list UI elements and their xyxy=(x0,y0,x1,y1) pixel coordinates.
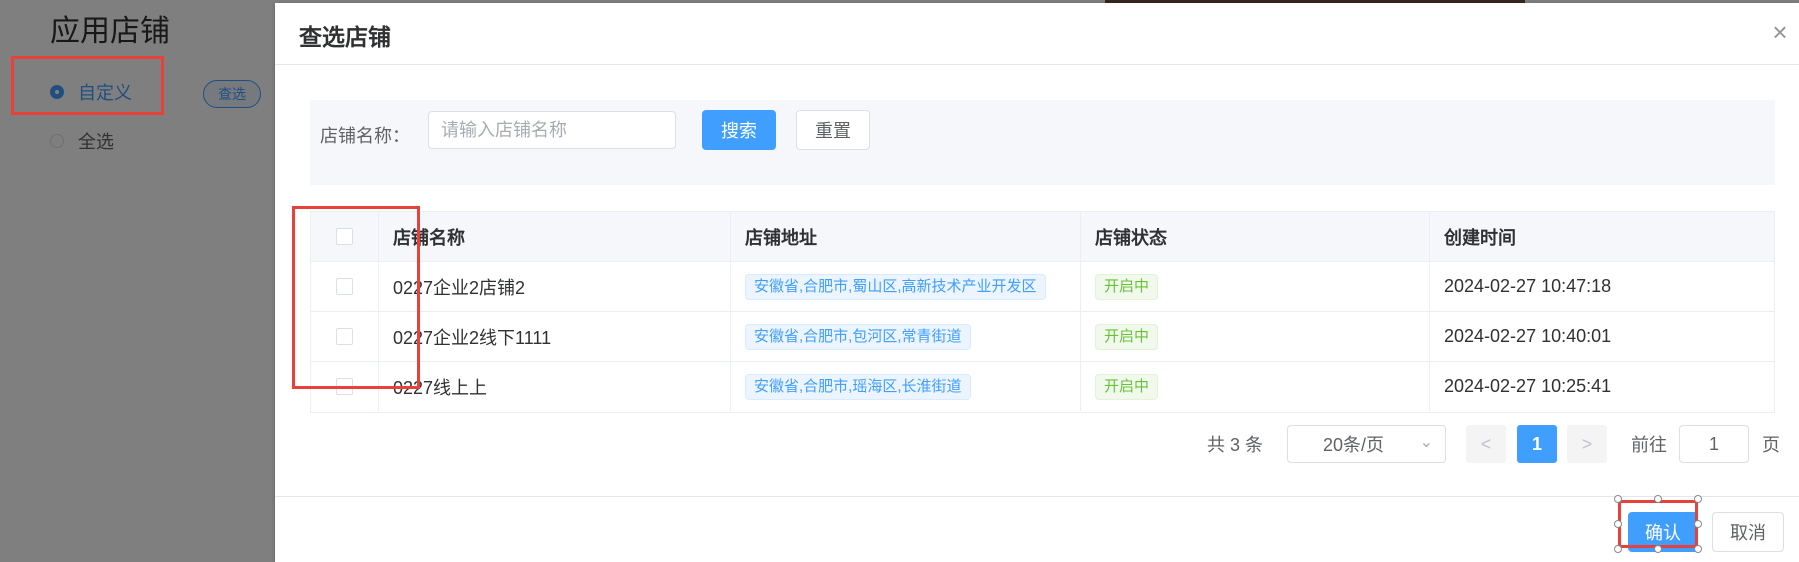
selection-handle xyxy=(1654,495,1662,503)
selection-handle xyxy=(1614,545,1622,553)
store-address-cell: 安徽省,合肥市,包河区,常青街道 xyxy=(731,312,1081,361)
header-store-name: 店铺名称 xyxy=(379,212,731,261)
store-name-cell: 0227企业2店铺2 xyxy=(379,262,731,311)
header-store-status: 店铺状态 xyxy=(1081,212,1430,261)
annotation-box-checkbox-column xyxy=(292,206,420,389)
selection-handle xyxy=(1694,495,1702,503)
store-address-cell: 安徽省,合肥市,瑶海区,长淮街道 xyxy=(731,362,1081,411)
close-icon[interactable]: × xyxy=(1765,17,1795,47)
search-panel: 店铺名称： 搜索 重置 xyxy=(310,100,1775,185)
address-tag: 安徽省,合肥市,瑶海区,长淮街道 xyxy=(745,373,971,400)
header-store-address: 店铺地址 xyxy=(731,212,1081,261)
selection-handle xyxy=(1694,545,1702,553)
created-time-cell: 2024-02-27 10:25:41 xyxy=(1444,376,1612,396)
store-table: 店铺名称 店铺地址 店铺状态 创建时间 0227企业2店铺2 安徽省,合肥市,蜀… xyxy=(310,211,1775,413)
selection-handle xyxy=(1614,495,1622,503)
address-tag: 安徽省,合肥市,包河区,常青街道 xyxy=(745,323,971,350)
table-row[interactable]: 0227线上上 安徽省,合肥市,瑶海区,长淮街道 开启中 2024-02-27 … xyxy=(311,362,1774,412)
status-badge: 开启中 xyxy=(1095,373,1159,400)
store-name-cell: 0227企业2线下1111 xyxy=(379,312,731,361)
table-row[interactable]: 0227企业2线下1111 安徽省,合肥市,包河区,常青街道 开启中 2024-… xyxy=(311,312,1774,362)
selection-handle xyxy=(1614,520,1622,528)
chevron-down-icon: ⌄ xyxy=(1419,434,1433,451)
reset-button[interactable]: 重置 xyxy=(796,110,870,150)
page-size-value: 20条/页 xyxy=(1323,435,1385,455)
select-store-dialog: 查选店铺 × 店铺名称： 搜索 重置 店铺名称 店铺地址 店铺状态 创建时间 0… xyxy=(275,3,1799,562)
status-badge: 开启中 xyxy=(1095,273,1159,300)
footer-divider xyxy=(275,496,1799,497)
pagination-total: 共 3 条 xyxy=(1207,435,1264,455)
header-created-time: 创建时间 xyxy=(1444,227,1516,248)
created-time-cell: 2024-02-27 10:40:01 xyxy=(1444,326,1612,346)
address-tag: 安徽省,合肥市,蜀山区,高新技术产业开发区 xyxy=(745,273,1046,300)
goto-page-input[interactable]: 1 xyxy=(1679,425,1749,463)
next-page-button[interactable]: > xyxy=(1567,425,1607,463)
selection-handle xyxy=(1654,545,1662,553)
page-suffix-label: 页 xyxy=(1762,435,1780,455)
prev-page-button[interactable]: < xyxy=(1466,425,1506,463)
selection-handle xyxy=(1694,520,1702,528)
table-row[interactable]: 0227企业2店铺2 安徽省,合肥市,蜀山区,高新技术产业开发区 开启中 202… xyxy=(311,262,1774,312)
store-status-cell: 开启中 xyxy=(1081,262,1430,311)
dialog-header: 查选店铺 × xyxy=(275,3,1799,65)
store-status-cell: 开启中 xyxy=(1081,362,1430,411)
status-badge: 开启中 xyxy=(1095,323,1159,350)
store-name-cell: 0227线上上 xyxy=(379,362,731,411)
page-size-select[interactable]: 20条/页 ⌄ xyxy=(1287,425,1446,463)
created-time-cell: 2024-02-27 10:47:18 xyxy=(1444,276,1612,296)
goto-label: 前往 xyxy=(1631,435,1667,455)
store-name-input[interactable] xyxy=(428,111,676,149)
store-status-cell: 开启中 xyxy=(1081,312,1430,361)
current-page-button[interactable]: 1 xyxy=(1517,425,1557,463)
cancel-button[interactable]: 取消 xyxy=(1712,512,1784,552)
store-name-label: 店铺名称： xyxy=(320,126,410,146)
annotation-box-confirm xyxy=(1618,500,1698,548)
table-header-row: 店铺名称 店铺地址 店铺状态 创建时间 xyxy=(311,212,1774,262)
dialog-title: 查选店铺 xyxy=(299,24,391,50)
store-address-cell: 安徽省,合肥市,蜀山区,高新技术产业开发区 xyxy=(731,262,1081,311)
search-button[interactable]: 搜索 xyxy=(702,110,776,150)
annotation-box-custom xyxy=(11,56,164,115)
